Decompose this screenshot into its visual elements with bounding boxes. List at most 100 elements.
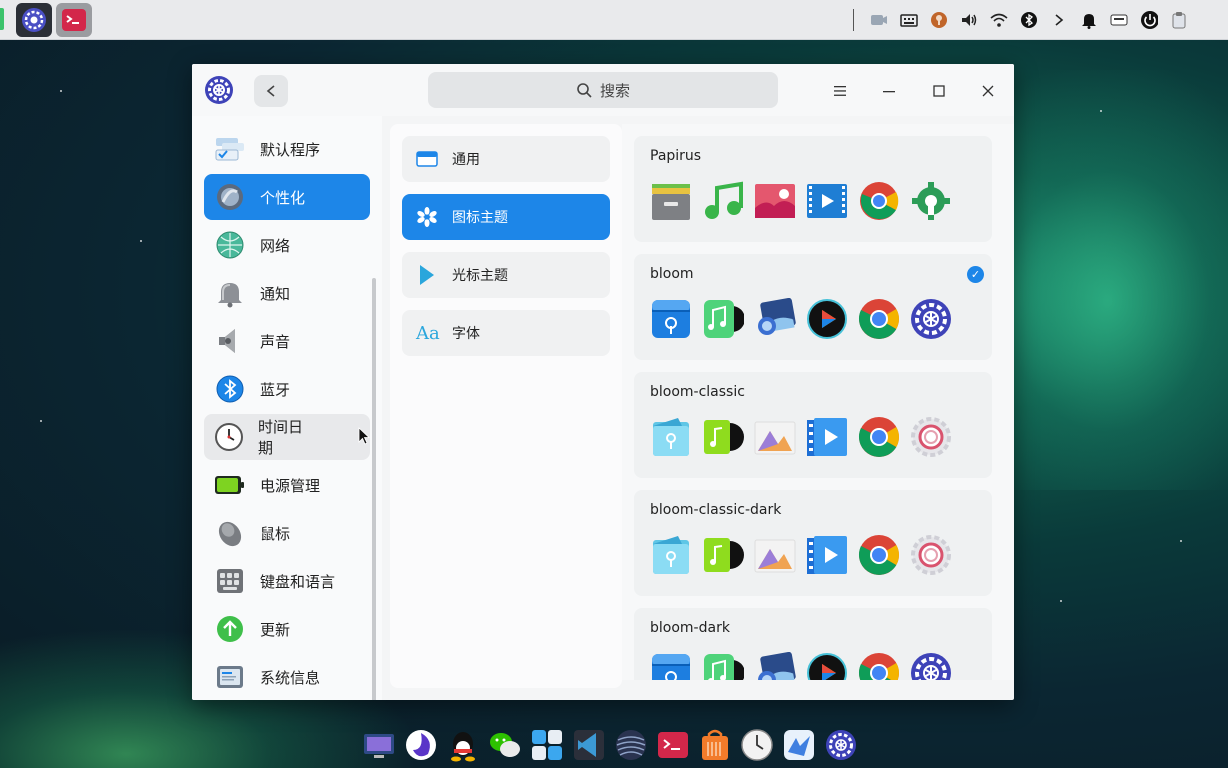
store-icon[interactable] [698, 728, 732, 762]
file-manager-icon [650, 298, 692, 340]
terminal-icon[interactable] [656, 728, 690, 762]
chrome-icon [858, 416, 900, 458]
theme-name: Papirus [650, 148, 702, 164]
close-button[interactable] [974, 77, 1002, 105]
clock-icon [214, 421, 244, 453]
deepin-app-icon[interactable] [782, 728, 816, 762]
music-icon [702, 298, 744, 340]
music-icon [702, 652, 744, 680]
video-player-icon [806, 180, 848, 222]
sidebar-item-notification[interactable]: 通知 [204, 270, 370, 316]
keyboard-icon [214, 565, 246, 597]
qq-icon[interactable] [446, 728, 480, 762]
sidebar-item-label: 通知 [260, 284, 291, 303]
titlebar: 搜索 [192, 64, 1014, 116]
notification-bell-icon [214, 277, 246, 309]
vscode-icon[interactable] [572, 728, 606, 762]
sidebar-item-label: 系统信息 [260, 668, 321, 687]
search-placeholder: 搜索 [599, 81, 630, 100]
back-button[interactable] [254, 75, 288, 107]
file-manager-icon [650, 416, 692, 458]
taskbar-terminal-app[interactable] [56, 3, 92, 37]
sidebar-item-datetime[interactable]: 时间日期 [204, 414, 370, 460]
wechat-icon[interactable] [488, 728, 522, 762]
sidebar-item-label: 蓝牙 [260, 380, 291, 399]
screen-record-icon[interactable] [870, 11, 888, 29]
input-method-icon[interactable] [1110, 11, 1128, 29]
icon-theme-list: Papirus bloom ✓ bloom-classic bloom-clas… [622, 124, 1014, 680]
music-icon [702, 180, 744, 222]
sidebar-item-bluetooth[interactable]: 蓝牙 [204, 366, 370, 412]
sidebar-item-update[interactable]: 更新 [204, 606, 370, 652]
menu-button[interactable] [826, 77, 854, 105]
keyboard-icon[interactable] [900, 11, 918, 29]
image-viewer-icon [754, 298, 796, 340]
multitasking-icon[interactable] [362, 728, 396, 762]
menu-item-label: 字体 [452, 326, 480, 342]
bluetooth-icon[interactable] [1020, 11, 1038, 29]
search-icon [577, 83, 592, 98]
app-store-icon[interactable] [530, 728, 564, 762]
sidebar-item-personalization[interactable]: 个性化 [204, 174, 370, 220]
theme-name: bloom-dark [650, 620, 730, 636]
file-manager-icon [650, 534, 692, 576]
terminal-icon [62, 9, 86, 31]
sidebar: 默认程序 个性化 网络 通知 声音 蓝牙 时间日期 电源管理 鼠标 键盘和语言 … [192, 116, 382, 700]
launcher-icon[interactable] [404, 728, 438, 762]
minimize-icon [883, 91, 895, 93]
maximize-button[interactable] [925, 77, 953, 105]
sidebar-item-power[interactable]: 电源管理 [204, 462, 370, 508]
settings-icon [910, 534, 952, 576]
wallpaper-star [140, 240, 142, 242]
theme-card-bloom-classic[interactable]: bloom-classic [634, 372, 992, 478]
sidebar-item-label: 鼠标 [260, 524, 291, 543]
chevron-right-icon[interactable] [1050, 11, 1068, 29]
personalization-icon [214, 181, 246, 213]
sidebar-item-label: 个性化 [260, 188, 306, 207]
sidebar-item-system-info[interactable]: 系统信息 [204, 654, 370, 700]
browser-icon[interactable] [614, 728, 648, 762]
theme-card-bloom-classic-dark[interactable]: bloom-classic-dark [634, 490, 992, 596]
theme-preview-icons [650, 416, 952, 458]
menu-item-cursor-theme[interactable]: 光标主题 [402, 252, 610, 298]
volume-icon[interactable] [960, 11, 978, 29]
settings-icon[interactable] [824, 728, 858, 762]
wifi-icon[interactable] [990, 11, 1008, 29]
sidebar-item-network[interactable]: 网络 [204, 222, 370, 268]
mouse-cursor-icon [358, 427, 370, 445]
menu-item-font[interactable]: Aa 字体 [402, 310, 610, 356]
maximize-icon [933, 85, 945, 97]
theme-card-bloom-dark[interactable]: bloom-dark [634, 608, 992, 680]
chrome-icon [858, 298, 900, 340]
image-viewer-icon [754, 534, 796, 576]
clipboard-icon[interactable] [1170, 11, 1188, 29]
sidebar-scrollbar[interactable] [372, 278, 376, 700]
sidebar-item-mouse[interactable]: 鼠标 [204, 510, 370, 556]
location-icon[interactable] [930, 11, 948, 29]
menu-item-label: 图标主题 [452, 210, 508, 226]
control-center-window: 搜索 默认程序 个性化 网络 通知 声音 蓝牙 时间日期 电源管理 鼠标 键盘和… [192, 64, 1014, 700]
theme-card-bloom[interactable]: bloom ✓ [634, 254, 992, 360]
theme-name: bloom-classic-dark [650, 502, 782, 518]
menu-item-general[interactable]: 通用 [402, 136, 610, 182]
taskbar-settings-app[interactable] [16, 3, 52, 37]
notification-icon[interactable] [1080, 11, 1098, 29]
theme-card-papirus[interactable]: Papirus [634, 136, 992, 242]
mouse-icon [214, 517, 246, 549]
network-icon [214, 229, 246, 261]
sidebar-item-label: 更新 [260, 620, 291, 639]
power-icon[interactable] [1140, 11, 1158, 29]
theme-preview-icons [650, 652, 952, 680]
clock-icon[interactable] [740, 728, 774, 762]
selected-check-icon: ✓ [967, 266, 984, 283]
minimize-button[interactable] [875, 77, 903, 105]
control-center-logo-icon [205, 76, 233, 104]
sidebar-item-keyboard[interactable]: 键盘和语言 [204, 558, 370, 604]
video-player-icon [806, 534, 848, 576]
theme-preview-icons [650, 180, 952, 222]
theme-name: bloom [650, 266, 694, 282]
sidebar-item-default-apps[interactable]: 默认程序 [204, 126, 370, 172]
sidebar-item-sound[interactable]: 声音 [204, 318, 370, 364]
search-input[interactable]: 搜索 [428, 72, 778, 108]
menu-item-icon-theme[interactable]: 图标主题 [402, 194, 610, 240]
